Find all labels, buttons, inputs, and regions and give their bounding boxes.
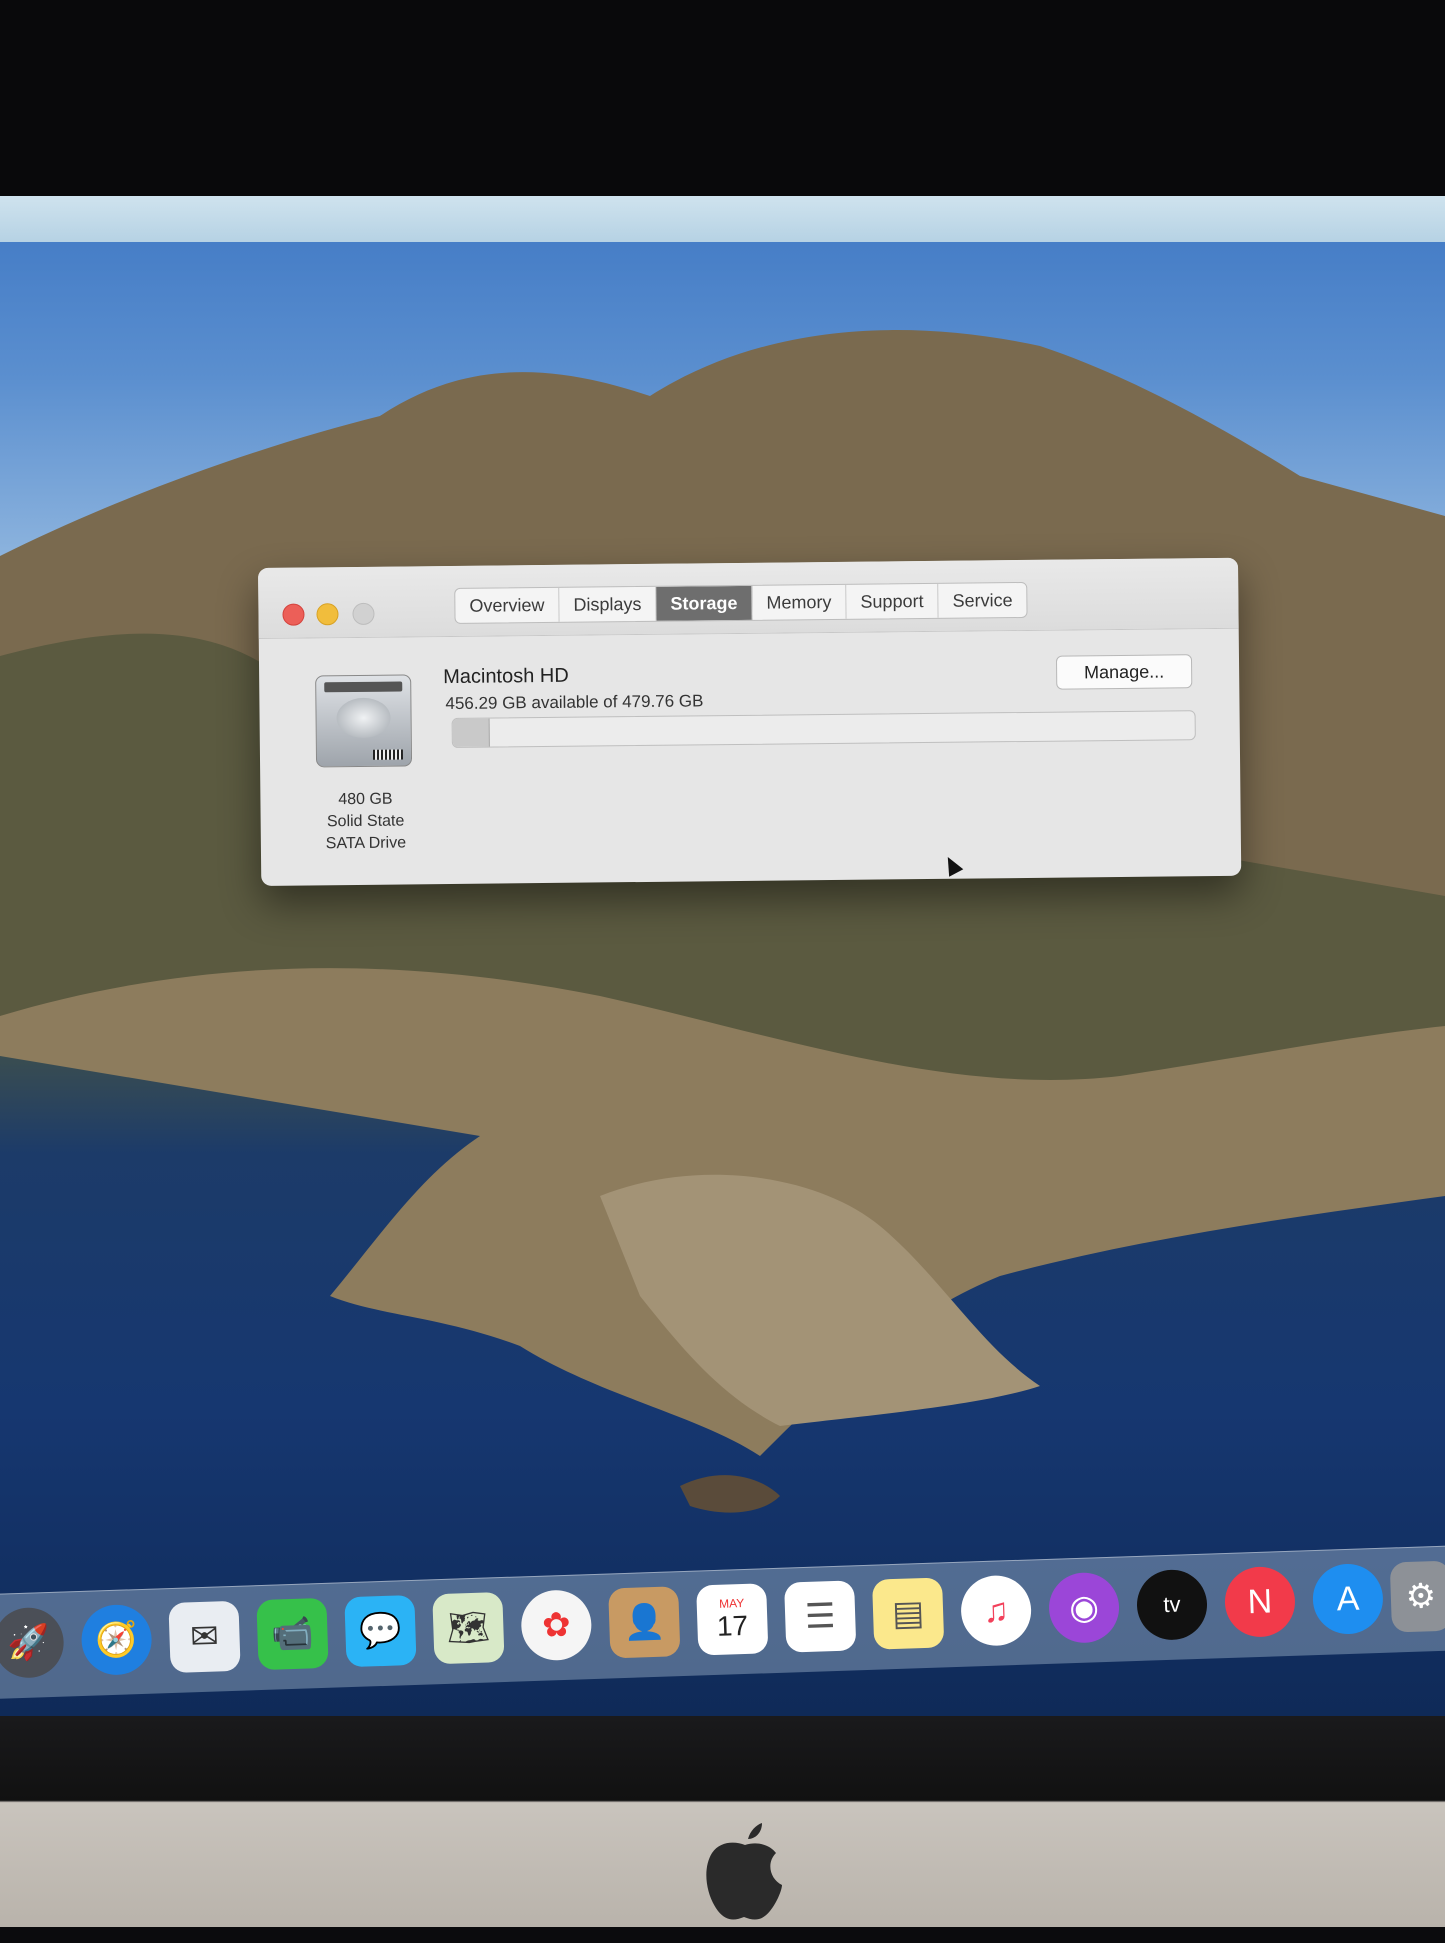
calendar-month: MAY — [718, 1596, 745, 1611]
drive-description: 480 GB Solid State SATA Drive — [290, 788, 441, 856]
tab-bar: Overview Displays Storage Memory Support… — [454, 581, 1028, 624]
reminders-icon[interactable]: ☰ — [784, 1580, 857, 1653]
photos-icon[interactable]: ✿ — [520, 1589, 593, 1662]
window-titlebar[interactable]: Overview Displays Storage Memory Support… — [258, 557, 1239, 639]
facetime-icon[interactable]: 📹 — [256, 1597, 329, 1671]
apple-logo-icon — [700, 1815, 790, 1925]
calendar-icon[interactable]: MAY 17 — [696, 1583, 769, 1656]
tab-service[interactable]: Service — [938, 583, 1026, 618]
tab-support[interactable]: Support — [846, 583, 939, 619]
manage-storage-button[interactable]: Manage... — [1055, 654, 1193, 690]
volume-name: Macintosh HD — [443, 664, 569, 689]
launchpad-icon[interactable]: 🚀 — [0, 1606, 65, 1679]
desktop-screen — [0, 196, 1445, 1716]
drive-type-line-1: Solid State — [326, 812, 405, 831]
tv-label: tv — [1163, 1591, 1181, 1618]
calendar-day: 17 — [716, 1609, 749, 1642]
minimize-window-button[interactable] — [316, 603, 339, 626]
tab-overview[interactable]: Overview — [455, 587, 560, 623]
volume-availability: 456.29 GB available of 479.76 GB — [445, 691, 704, 714]
drive-type-line-2: SATA Drive — [325, 834, 407, 853]
notes-icon[interactable]: ▤ — [872, 1577, 945, 1650]
close-window-button[interactable] — [282, 603, 305, 626]
apple-logo-shape — [706, 1823, 782, 1920]
podcasts-icon[interactable]: ◉ — [1047, 1571, 1121, 1644]
tab-memory[interactable]: Memory — [752, 584, 847, 620]
safari-icon[interactable]: 🧭 — [80, 1603, 153, 1676]
tab-displays[interactable]: Displays — [559, 586, 657, 622]
drive-capacity: 480 GB — [338, 790, 393, 809]
storage-used-segment — [452, 718, 491, 747]
contacts-icon[interactable]: 👤 — [608, 1586, 681, 1659]
tab-storage[interactable]: Storage — [656, 585, 753, 621]
music-icon[interactable]: ♫ — [959, 1574, 1033, 1647]
app-store-icon[interactable]: A — [1311, 1562, 1385, 1636]
news-icon[interactable]: N — [1223, 1565, 1297, 1639]
maps-icon[interactable]: 🗺 — [432, 1592, 505, 1665]
wallpaper-landscape — [0, 330, 1445, 1513]
messages-icon[interactable]: 💬 — [344, 1594, 417, 1668]
monitor-bezel-top — [0, 0, 1445, 200]
tv-icon[interactable]: tv — [1135, 1568, 1209, 1641]
hard-drive-icon — [315, 674, 413, 768]
system-preferences-icon[interactable]: ⚙ — [1389, 1560, 1445, 1633]
mail-icon[interactable]: ✉ — [168, 1600, 241, 1674]
storage-usage-bar — [451, 710, 1196, 748]
zoom-window-button[interactable] — [352, 602, 375, 626]
about-this-mac-window: Overview Displays Storage Memory Support… — [258, 557, 1242, 886]
